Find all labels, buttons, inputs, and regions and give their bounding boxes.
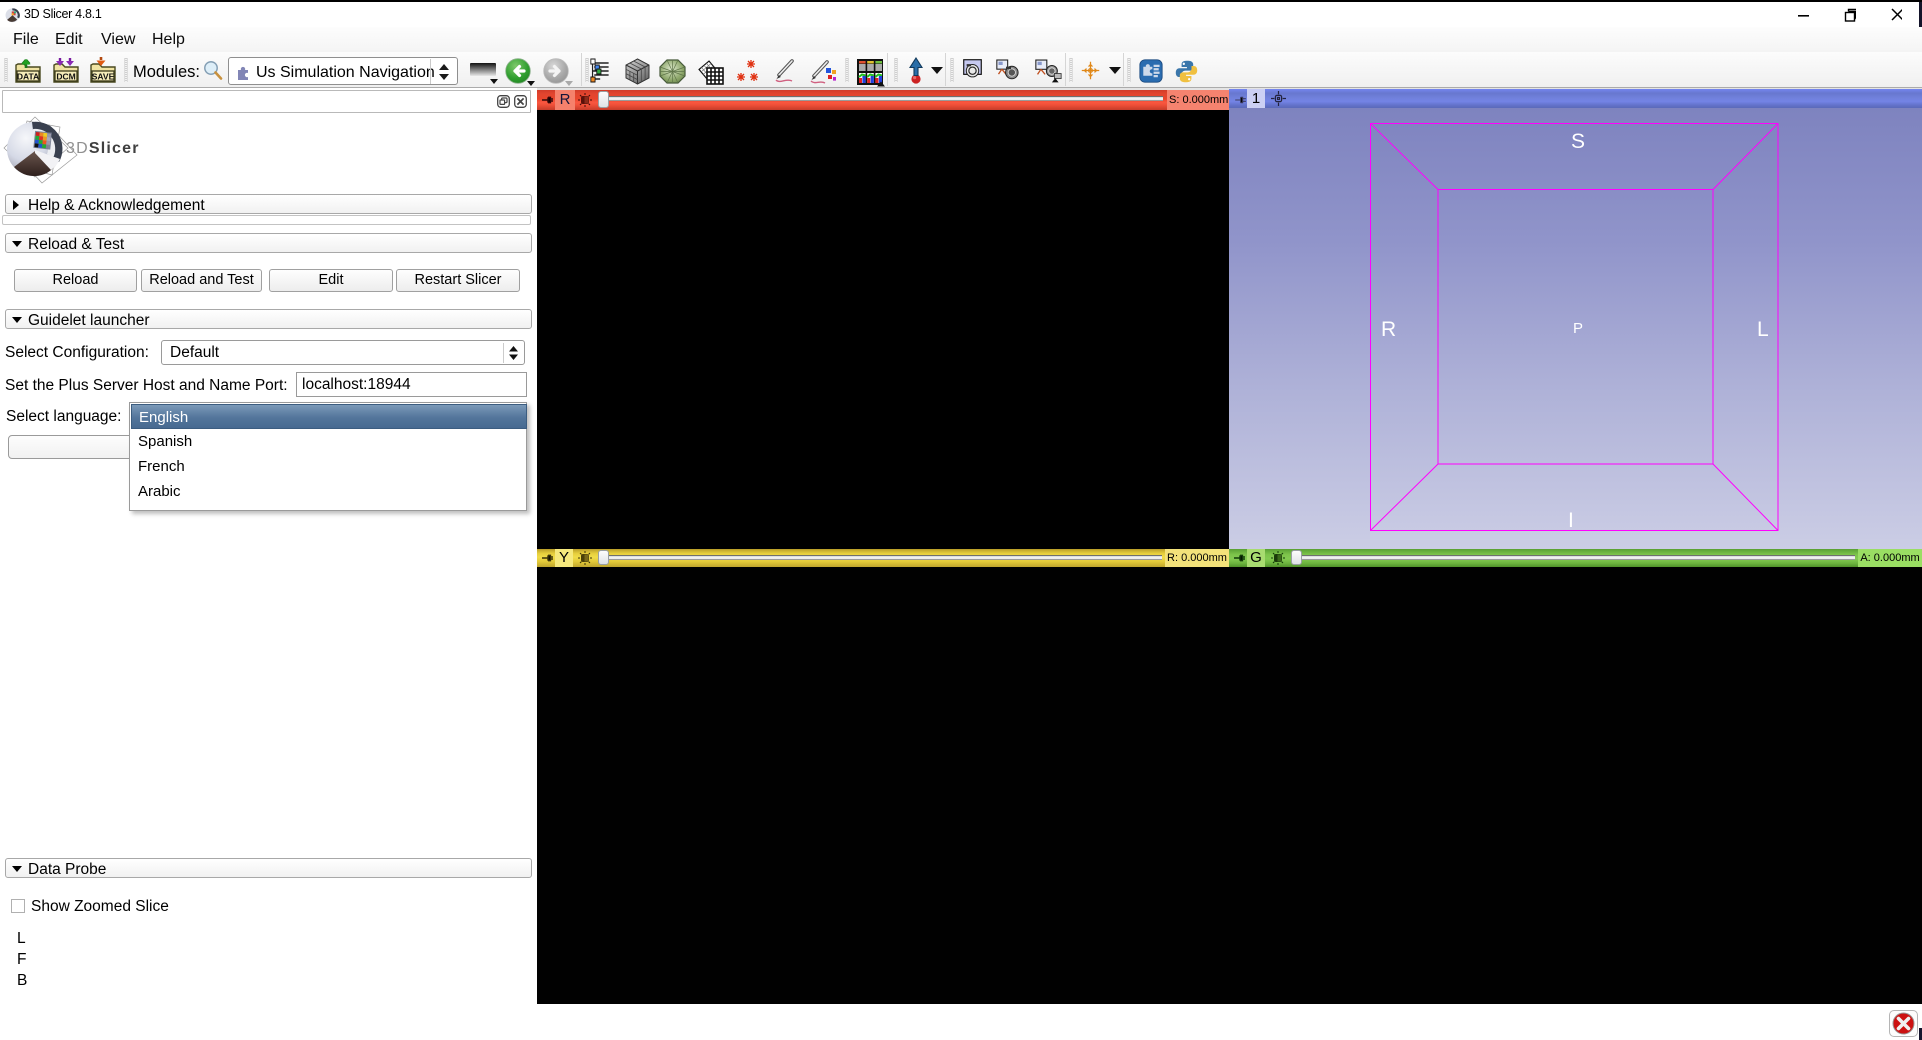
svg-text:3DSlicer: 3DSlicer (66, 140, 140, 157)
svg-text:R: R (1381, 318, 1396, 341)
svg-text:I: I (1568, 509, 1574, 532)
svg-text:SAVE: SAVE (92, 72, 115, 82)
svg-text:L: L (1757, 318, 1769, 341)
svg-text:P: P (1573, 320, 1583, 337)
svg-text:S: S (1571, 130, 1585, 153)
svg-text:DATA: DATA (17, 72, 39, 82)
svg-text:DCM: DCM (56, 72, 75, 82)
